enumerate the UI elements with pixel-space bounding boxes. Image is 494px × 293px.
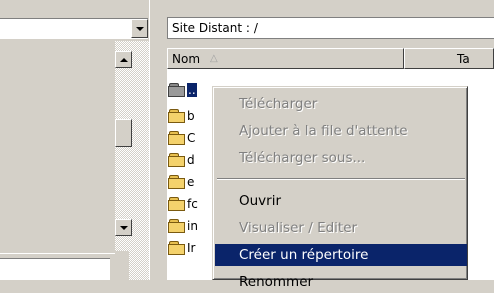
remote-site-box[interactable]: Site Distant : /: [167, 17, 494, 39]
menu-item-add-to-queue[interactable]: Ajouter à la file d'attente: [215, 120, 467, 142]
list-item[interactable]: e: [167, 171, 194, 193]
column-name-label: Nom: [172, 51, 201, 66]
scroll-up-button[interactable]: [115, 51, 132, 68]
local-bottom-list[interactable]: [0, 258, 110, 280]
scrollbar-track-right: [129, 41, 149, 280]
folder-up-icon: [168, 83, 186, 97]
list-item[interactable]: C: [167, 127, 195, 149]
remote-path-input[interactable]: /: [254, 21, 258, 35]
folder-icon: [168, 131, 186, 145]
menu-item-create-directory[interactable]: Créer un répertoire: [215, 244, 467, 266]
list-item[interactable]: d: [167, 149, 195, 171]
column-size-label: Ta: [457, 51, 470, 66]
list-item-parent-dir[interactable]: ..: [167, 79, 197, 101]
list-item[interactable]: b: [167, 105, 195, 127]
folder-icon: [168, 219, 186, 233]
column-header-size[interactable]: Ta: [404, 48, 494, 69]
list-item-label: fc: [187, 197, 198, 211]
list-item-label: e: [187, 175, 195, 189]
list-item-label: Ir: [187, 241, 196, 255]
scroll-down-button[interactable]: [115, 219, 132, 236]
local-path-combo[interactable]: [0, 18, 148, 39]
list-item-label: ..: [187, 83, 197, 97]
menu-item-download-as[interactable]: Télécharger sous...: [215, 147, 467, 169]
local-path-dropdown-button[interactable]: [131, 19, 148, 38]
column-header-name[interactable]: Nom △: [167, 48, 404, 69]
folder-icon: [168, 153, 186, 167]
folder-icon: [168, 197, 186, 211]
pane-splitter[interactable]: [149, 0, 167, 280]
menu-separator: [217, 178, 465, 180]
list-item[interactable]: fc: [167, 193, 198, 215]
list-item-label: b: [187, 109, 195, 123]
file-list-header: Nom △ Ta: [167, 48, 494, 69]
arrow-up-icon: [119, 57, 128, 62]
scrollbar-thumb[interactable]: [115, 119, 132, 147]
chevron-down-icon: [135, 26, 144, 31]
remote-site-label: Site Distant :: [172, 21, 250, 35]
menu-item-download[interactable]: Télécharger: [215, 93, 467, 115]
arrow-down-icon: [119, 225, 128, 230]
sort-ascending-icon: △: [210, 53, 218, 64]
list-item-label: in: [187, 219, 198, 233]
list-item-label: d: [187, 153, 195, 167]
menu-item-rename[interactable]: Renommer: [215, 271, 467, 293]
local-scrollbar[interactable]: [115, 41, 149, 280]
folder-icon: [168, 109, 186, 123]
folder-icon: [168, 175, 186, 189]
list-item-label: C: [187, 131, 196, 145]
context-menu: Télécharger Ajouter à la file d'attente …: [212, 86, 468, 290]
list-item[interactable]: in: [167, 215, 198, 237]
folder-icon: [168, 241, 186, 255]
menu-item-open[interactable]: Ouvrir: [215, 190, 467, 212]
menu-item-view-edit[interactable]: Visualiser / Editer: [215, 217, 467, 239]
list-item[interactable]: Ir: [167, 237, 195, 259]
